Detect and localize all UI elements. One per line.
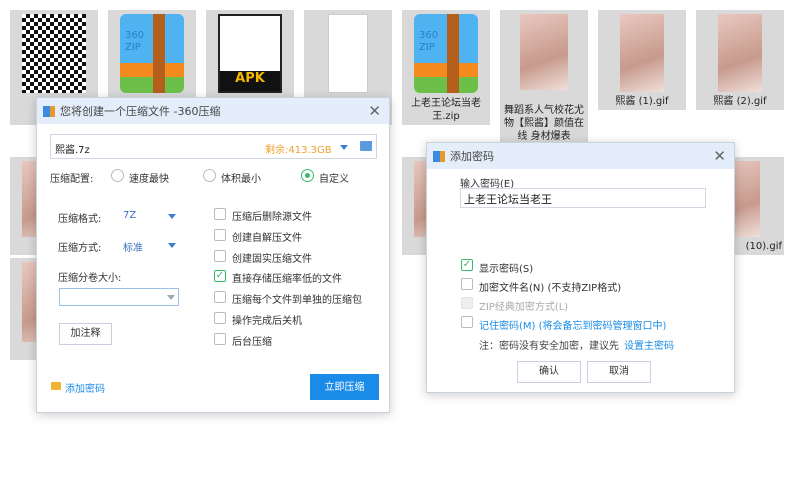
close-icon[interactable]: ✕	[368, 102, 381, 120]
title-bar: 添加密码	[427, 143, 734, 169]
option-checkbox[interactable]	[214, 291, 226, 303]
zip-classic-checkbox	[461, 297, 473, 309]
option-checkbox[interactable]	[214, 312, 226, 324]
free-space: 剩余:413.3GB	[265, 145, 332, 156]
option-label: 操作完成后关机	[232, 316, 302, 327]
image-thumbnail	[718, 14, 762, 92]
archive-filename: 熙酱.7z	[55, 145, 90, 156]
format-select[interactable]: 7Z	[123, 210, 136, 221]
preset-radio[interactable]	[203, 169, 216, 182]
file-tile[interactable]: 熙酱 (2).gif	[696, 10, 784, 110]
document-icon	[328, 14, 368, 93]
file-label: 熙酱 (1).gif	[615, 96, 669, 107]
encrypt-filenames-checkbox[interactable]	[461, 278, 473, 290]
cancel-button[interactable]: 取消	[587, 361, 651, 383]
option-label: 创建固实压缩文件	[232, 254, 312, 265]
option-checkbox[interactable]	[214, 208, 226, 220]
app-icon	[43, 105, 55, 117]
app-icon	[433, 150, 445, 162]
dialog-title: 添加密码	[450, 150, 494, 163]
split-label: 压缩分卷大小:	[58, 273, 122, 284]
title-bar: 您将创建一个压缩文件 -360压缩	[37, 98, 389, 124]
apk-icon: APK	[218, 14, 282, 93]
chevron-down-icon[interactable]	[168, 214, 176, 219]
add-password-dialog: 添加密码 ✕ 输入密码(E) 上老王论坛当老王 ✓ 显示密码(S) 加密文件名(N…	[426, 142, 735, 393]
zip-icon: 360 ZIP	[120, 14, 184, 93]
option-label[interactable]: 记住密码(M) (将会备忘到密码管理窗口中)	[479, 317, 666, 332]
ok-button[interactable]: 确认	[517, 361, 581, 383]
image-thumbnail	[620, 14, 664, 92]
preset-radio-selected[interactable]	[301, 169, 314, 182]
apk-icon-text: APK	[220, 71, 280, 91]
option-checkbox[interactable]	[214, 250, 226, 262]
preset-label: 体积最小	[221, 174, 261, 185]
archive-path-field[interactable]: 熙酱.7z 剩余:413.3GB	[50, 134, 377, 159]
option-label: 压缩每个文件到单独的压缩包	[232, 295, 362, 306]
close-icon[interactable]: ✕	[713, 147, 726, 165]
config-label: 压缩配置:	[50, 174, 94, 185]
password-input[interactable]: 上老王论坛当老王	[460, 188, 706, 208]
zip-icon: 360 ZIP	[414, 14, 478, 93]
set-master-password-link[interactable]: 设置主密码	[624, 337, 674, 352]
option-checkbox-checked[interactable]: ✓	[214, 270, 226, 282]
compress-dialog: 您将创建一个压缩文件 -360压缩 ✕ 熙酱.7z 剩余:413.3GB 压缩配…	[36, 97, 390, 413]
remember-password-checkbox[interactable]	[461, 316, 473, 328]
qr-code-thumbnail	[22, 14, 86, 93]
add-comment-button[interactable]: 加注释	[59, 323, 112, 345]
dialog-title: 您将创建一个压缩文件 -360压缩	[60, 105, 221, 118]
zip-icon-text: 360 ZIP	[419, 30, 439, 53]
add-password-link[interactable]: 添加密码	[65, 380, 105, 395]
option-label: 创建自解压文件	[232, 233, 302, 244]
preset-radio[interactable]	[111, 169, 124, 182]
option-checkbox[interactable]	[214, 229, 226, 241]
file-tile[interactable]: 熙酱 (1).gif	[598, 10, 686, 110]
file-tile[interactable]: 舞蹈系人气校花尤物【熙酱】颜值在线 身材爆表	[500, 10, 588, 145]
format-label: 压缩格式:	[58, 214, 102, 225]
chevron-down-icon	[167, 295, 175, 300]
option-label: 后台压缩	[232, 337, 272, 348]
file-label: 上老王论坛当老王.zip	[411, 98, 481, 122]
option-checkbox[interactable]	[214, 333, 226, 345]
option-label: ZIP经典加密方式(L)	[479, 302, 569, 313]
chevron-down-icon[interactable]	[168, 243, 176, 248]
method-label: 压缩方式:	[58, 243, 102, 254]
compress-now-button[interactable]: 立即压缩	[310, 374, 379, 400]
preset-label: 自定义	[319, 174, 349, 185]
zip-icon-text: 360 ZIP	[125, 30, 145, 53]
file-label: 舞蹈系人气校花尤物【熙酱】颜值在线 身材爆表	[504, 105, 584, 142]
preset-label: 速度最快	[129, 174, 169, 185]
file-tile[interactable]: 360 ZIP 上老王论坛当老王.zip	[402, 10, 490, 125]
option-label: 显示密码(S)	[479, 264, 534, 275]
security-note: 注：密码没有安全加密，建议先	[479, 341, 619, 352]
video-thumbnail	[520, 14, 568, 90]
lock-icon[interactable]	[51, 382, 61, 390]
folder-icon[interactable]	[360, 141, 372, 151]
option-label: 加密文件名(N) (不支持ZIP格式)	[479, 283, 622, 294]
chevron-down-icon[interactable]	[340, 145, 348, 150]
method-select[interactable]: 标准	[123, 239, 143, 254]
option-label: 直接存储压缩率低的文件	[232, 274, 342, 285]
option-label: 压缩后删除源文件	[232, 212, 312, 223]
show-password-checkbox[interactable]: ✓	[461, 259, 473, 271]
split-size-select[interactable]	[59, 288, 179, 306]
file-label: 熙酱 (2).gif	[713, 96, 767, 107]
